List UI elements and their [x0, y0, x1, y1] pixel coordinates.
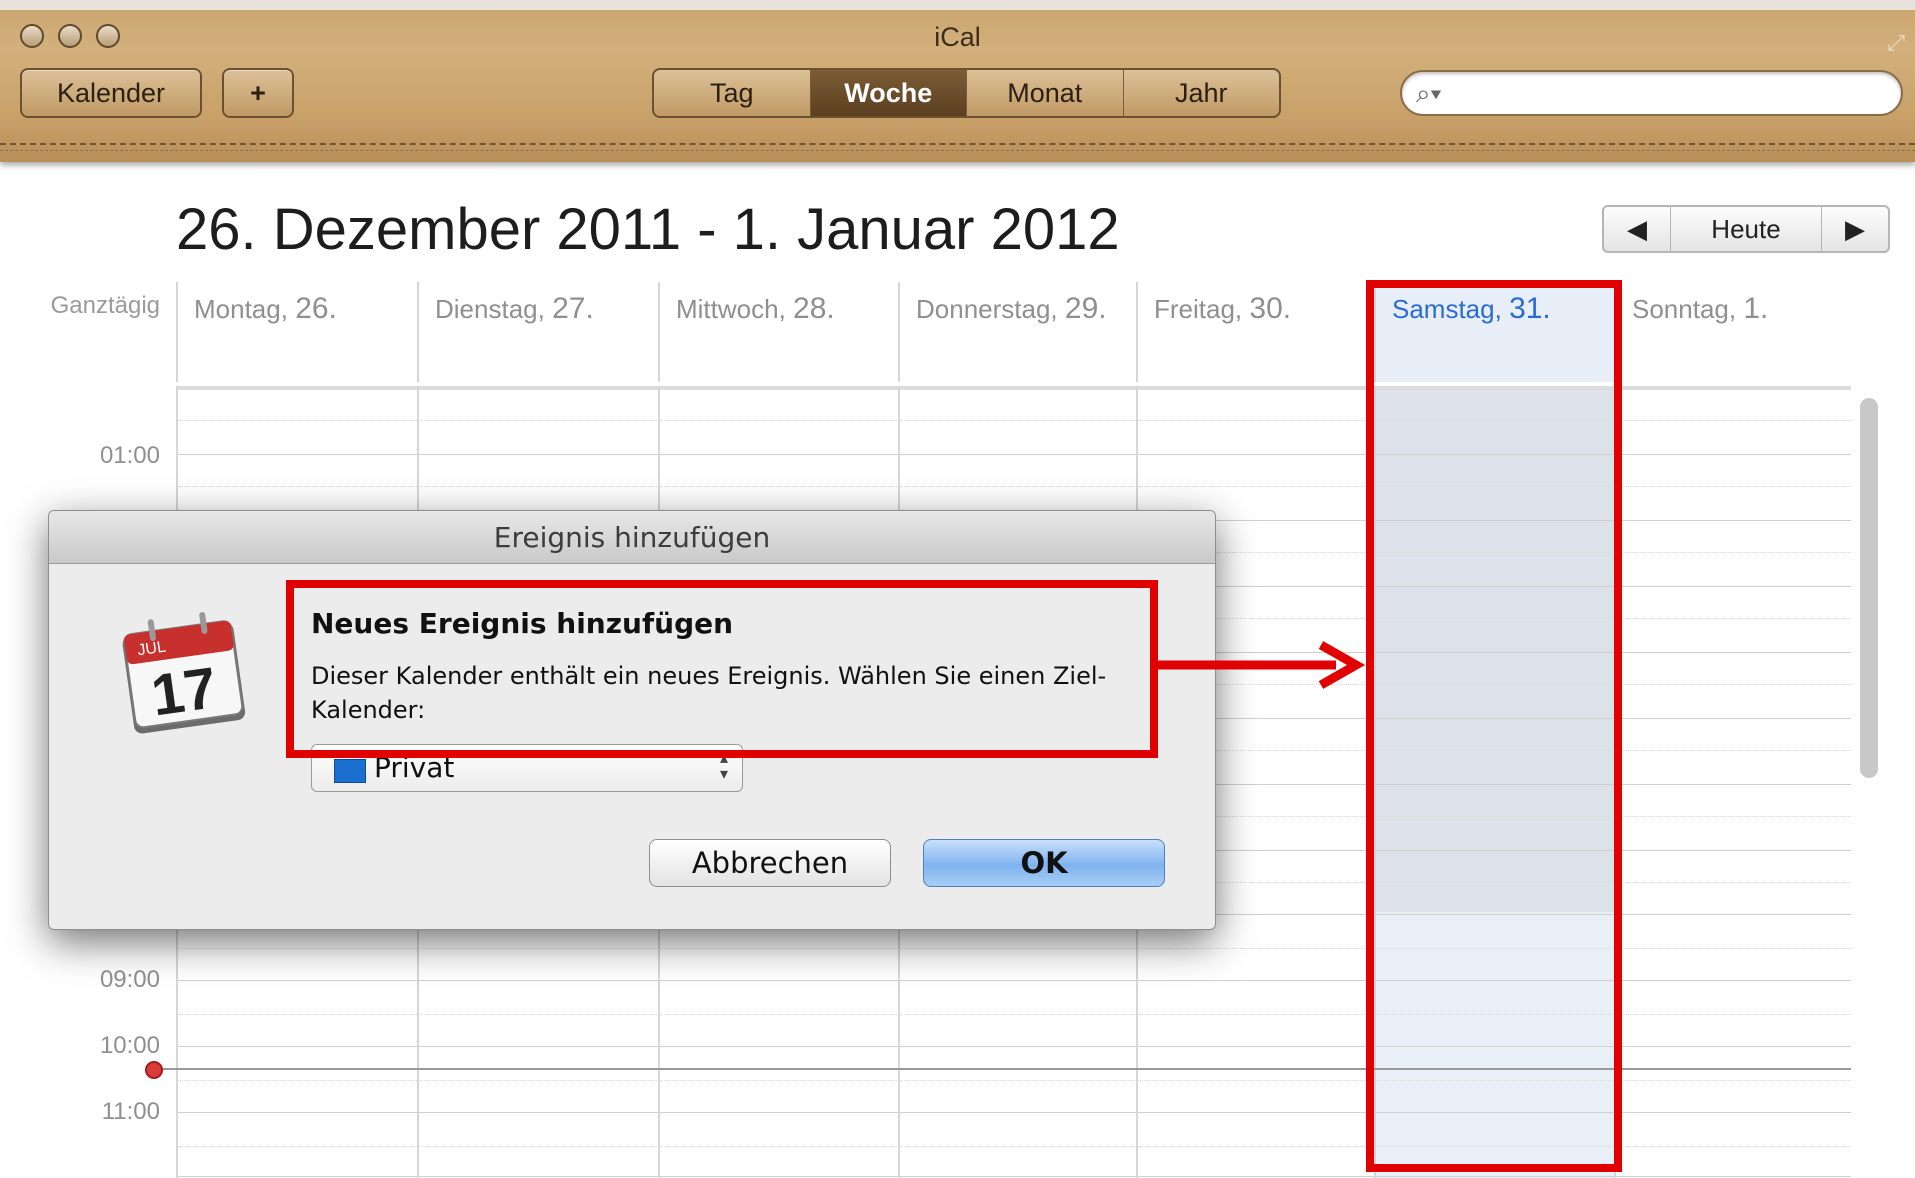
- day-number: 26.: [295, 292, 337, 325]
- cancel-button[interactable]: Abbrechen: [649, 839, 891, 887]
- day-name: Donnerstag,: [916, 294, 1058, 324]
- today-button[interactable]: Heute: [1671, 207, 1822, 251]
- scrollbar-thumb[interactable]: [1860, 398, 1878, 778]
- current-time-marker: [145, 1061, 163, 1079]
- day-header-friday[interactable]: Freitag, 30.: [1136, 282, 1374, 382]
- window-title: iCal: [934, 22, 981, 52]
- tab-day[interactable]: Tag: [654, 70, 811, 116]
- day-header-sunday[interactable]: Sonntag, 1.: [1614, 282, 1891, 382]
- time-label: 11:00: [101, 1098, 160, 1125]
- day-name: Dienstag,: [435, 294, 545, 324]
- date-navigation: ◀ Heute ▶: [1602, 205, 1890, 253]
- toolbar-stitching: [0, 143, 1915, 145]
- calendars-button[interactable]: Kalender: [20, 68, 202, 118]
- calendar-color-swatch: [334, 759, 366, 783]
- week-range-title: 26. Dezember 2011 - 1. Januar 2012: [176, 197, 1120, 262]
- day-number: 29.: [1064, 292, 1107, 325]
- day-number: 1.: [1743, 292, 1769, 325]
- search-field[interactable]: ⌕▾: [1400, 70, 1903, 116]
- day-name: Sonntag,: [1632, 294, 1737, 324]
- day-name: Mittwoch,: [676, 294, 786, 324]
- toolbar-stitching-lower: [0, 150, 1915, 151]
- annotation-highlight-saturday: [1366, 280, 1622, 1172]
- next-week-button[interactable]: ▶: [1822, 207, 1888, 251]
- day-number: 30.: [1249, 292, 1292, 325]
- time-label: 09:00: [99, 966, 160, 993]
- calendar-icon-day: 17: [148, 655, 221, 728]
- day-header-monday[interactable]: Montag, 26.: [176, 282, 417, 382]
- tab-week[interactable]: Woche: [810, 70, 967, 116]
- resize-icon[interactable]: ⤢: [1887, 30, 1905, 56]
- time-label: 01:00: [99, 442, 160, 469]
- view-switcher: Tag Woche Monat Jahr: [652, 68, 1281, 118]
- grid-hour-line: [176, 1176, 1851, 1177]
- day-header-wednesday[interactable]: Mittwoch, 28.: [658, 282, 898, 382]
- annotation-highlight-dialog-text: [286, 580, 1158, 758]
- annotation-arrow-icon: [1156, 641, 1366, 689]
- search-input[interactable]: [1462, 78, 1886, 110]
- add-calendar-button[interactable]: +: [222, 68, 294, 118]
- tab-year[interactable]: Jahr: [1124, 70, 1280, 116]
- search-icon[interactable]: ⌕▾: [1416, 78, 1441, 110]
- day-header-tuesday[interactable]: Dienstag, 27.: [417, 282, 658, 382]
- dialog-title[interactable]: Ereignis hinzufügen: [49, 511, 1215, 564]
- day-name: Montag,: [194, 294, 288, 324]
- day-header-thursday[interactable]: Donnerstag, 29.: [898, 282, 1136, 382]
- day-name: Freitag,: [1154, 294, 1243, 324]
- day-number: 27.: [552, 292, 594, 325]
- toolbar: iCal ⤢ Kalender + Tag Woche Monat Jahr ⌕…: [0, 0, 1915, 162]
- calendar-app-icon: JUL 17: [122, 612, 246, 734]
- previous-week-button[interactable]: ◀: [1604, 207, 1671, 251]
- tab-month[interactable]: Monat: [967, 70, 1124, 116]
- ical-window: iCal ⤢ Kalender + Tag Woche Monat Jahr ⌕…: [0, 0, 1915, 1178]
- day-number: 28.: [793, 292, 835, 325]
- all-day-label: Ganztägig: [50, 292, 160, 319]
- ok-button[interactable]: OK: [923, 839, 1165, 887]
- time-label: 10:00: [99, 1032, 160, 1059]
- toolbar-top-strip: [0, 0, 1915, 10]
